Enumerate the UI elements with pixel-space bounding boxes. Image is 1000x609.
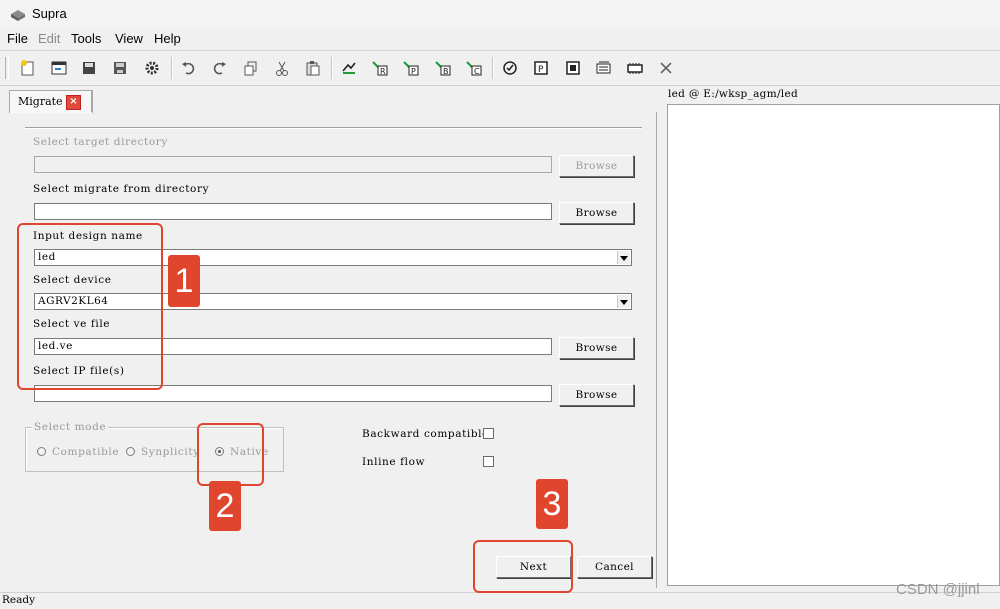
chip-icon[interactable] <box>563 58 583 78</box>
mode-synplicity-radio[interactable] <box>126 447 135 456</box>
svg-text:P: P <box>411 67 416 76</box>
from-dir-field[interactable] <box>34 203 552 220</box>
redo-icon[interactable] <box>209 58 229 78</box>
toolbar: R P B C P <box>0 50 1000 86</box>
watermark: CSDN @jjinl <box>896 581 980 598</box>
tab-close-icon[interactable]: × <box>66 95 81 110</box>
inline-flow-label: Inline flow <box>362 456 426 468</box>
right-pane[interactable] <box>667 104 1000 586</box>
flow-b-icon[interactable]: B <box>433 58 453 78</box>
new-project-icon[interactable] <box>18 58 38 78</box>
tab-edge <box>91 90 92 112</box>
menu-edit[interactable]: Edit <box>38 31 60 46</box>
mode-compatible-radio[interactable] <box>37 447 46 456</box>
close-icon[interactable] <box>656 58 676 78</box>
backward-compatible-checkbox[interactable] <box>483 428 494 439</box>
tab-label: Migrate <box>18 95 63 108</box>
mode-compatible-label[interactable]: Compatible <box>52 446 119 458</box>
svg-text:P: P <box>538 65 544 75</box>
save-as-icon[interactable] <box>110 58 130 78</box>
app-logo-icon <box>10 7 26 21</box>
toolbar-grip[interactable] <box>5 57 9 79</box>
open-icon[interactable] <box>49 58 69 78</box>
svg-text:C: C <box>474 67 480 76</box>
annotation-number-2: 2 <box>209 481 241 531</box>
target-dir-browse-button: Browse <box>559 155 634 177</box>
cancel-button[interactable]: Cancel <box>577 556 652 578</box>
flow-p-icon[interactable]: P <box>401 58 421 78</box>
toolbar-separator <box>492 57 494 79</box>
cut-icon[interactable] <box>272 58 292 78</box>
menu-tools[interactable]: Tools <box>71 31 101 46</box>
toolbar-separator <box>171 57 173 79</box>
menu-view[interactable]: View <box>115 31 143 46</box>
from-dir-browse-button[interactable]: Browse <box>559 202 634 224</box>
programmer-icon[interactable] <box>594 58 614 78</box>
inline-flow-checkbox[interactable] <box>483 456 494 467</box>
run-flow-icon[interactable] <box>339 58 359 78</box>
right-pane-title: led @ E:/wksp_agm/led <box>668 88 798 100</box>
toolbar-separator <box>331 57 333 79</box>
menu-file[interactable]: File <box>7 31 28 46</box>
tab-migrate[interactable]: Migrate × <box>9 90 93 113</box>
annotation-number-3: 3 <box>536 479 568 529</box>
mode-synplicity-label[interactable]: Synplicity <box>141 446 200 458</box>
title-bar: Supra <box>0 0 1000 28</box>
svg-text:R: R <box>380 67 386 76</box>
paste-icon[interactable] <box>303 58 323 78</box>
svg-text:B: B <box>443 67 449 76</box>
annotation-box-2 <box>197 423 264 486</box>
target-dir-label: Select target directory <box>33 136 168 148</box>
backward-compatible-label: Backward compatible <box>362 428 489 440</box>
menu-help[interactable]: Help <box>154 31 181 46</box>
menu-bar: File Edit Tools View Help <box>0 28 1000 50</box>
chevron-down-icon[interactable] <box>617 295 630 308</box>
divider <box>25 127 642 129</box>
status-text: Ready <box>2 594 36 606</box>
ve-file-browse-button[interactable]: Browse <box>559 337 634 359</box>
chevron-down-icon[interactable] <box>617 251 630 264</box>
save-icon[interactable] <box>79 58 99 78</box>
check-icon[interactable] <box>500 58 520 78</box>
from-dir-label: Select migrate from directory <box>33 183 210 195</box>
flow-r-icon[interactable]: R <box>370 58 390 78</box>
ip-files-browse-button[interactable]: Browse <box>559 384 634 406</box>
view-p-icon[interactable]: P <box>531 58 551 78</box>
copy-icon[interactable] <box>241 58 261 78</box>
window-title: Supra <box>32 6 67 21</box>
flow-c-icon[interactable]: C <box>464 58 484 78</box>
target-dir-field <box>34 156 552 173</box>
undo-icon[interactable] <box>179 58 199 78</box>
mode-legend: Select mode <box>32 421 109 433</box>
annotation-number-1: 1 <box>168 255 200 307</box>
board-icon[interactable] <box>625 58 645 78</box>
annotation-box-3 <box>473 540 573 593</box>
settings-icon[interactable] <box>142 58 162 78</box>
status-bar: Ready <box>0 592 1000 609</box>
annotation-box-1 <box>17 223 163 390</box>
